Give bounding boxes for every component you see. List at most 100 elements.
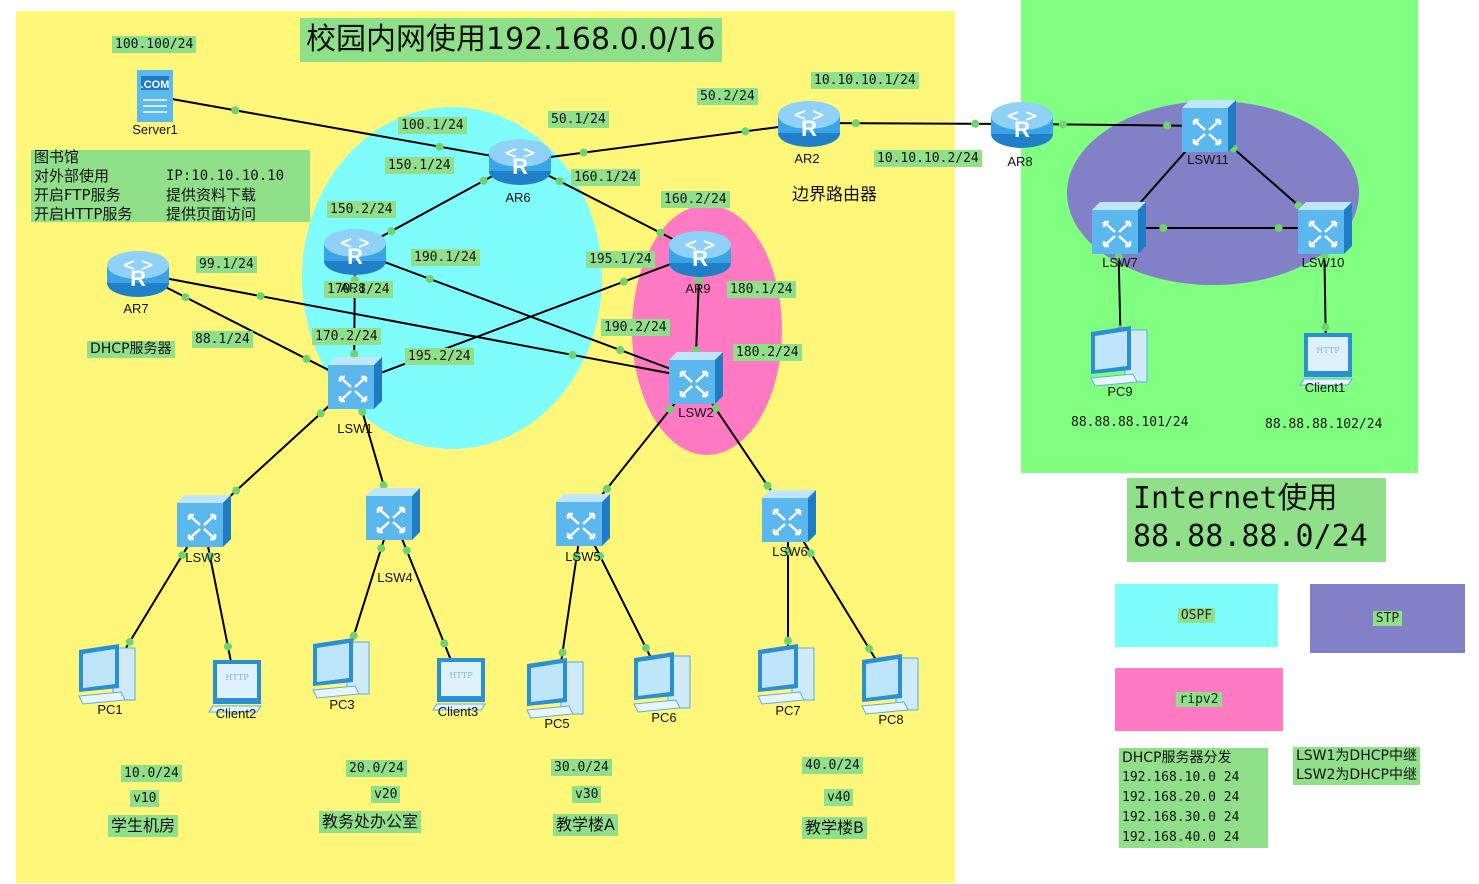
library-line-1: 图书馆 <box>34 148 80 166</box>
port-indicator <box>358 407 367 416</box>
ar9-ip-160-label: 160.2/24 <box>661 191 730 208</box>
internet-subnet-text: 88.88.88.0/24 <box>1133 519 1368 554</box>
server1-server-icon[interactable] <box>136 69 174 123</box>
pc5-pc-icon[interactable] <box>526 657 584 719</box>
internet-title-text: Internet使用 <box>1133 481 1338 516</box>
port-indicator <box>316 409 325 418</box>
lsw1-ip-195-label: 195.2/24 <box>405 348 474 365</box>
vlan40-subnet: 40.0/24 <box>802 757 863 774</box>
dhcp-pool-title: DHCP服务器分发 <box>1122 750 1232 766</box>
lsw10-switch-icon[interactable] <box>1296 200 1354 256</box>
ar2-name: AR2 <box>794 151 820 166</box>
vlan20-id: v20 <box>371 786 401 803</box>
lsw4-switch-icon[interactable] <box>364 486 422 542</box>
library-page: 提供页面访问 <box>166 205 257 223</box>
port-indicator <box>425 274 434 283</box>
ar6-name: AR6 <box>505 190 531 205</box>
client1-ip-label: 88.88.88.102/24 <box>1265 417 1383 432</box>
client3-name: Client3 <box>437 704 479 719</box>
lsw3-name: LSW3 <box>185 550 221 565</box>
client3-http-client-icon[interactable] <box>432 657 486 711</box>
pc8-pc-icon[interactable] <box>861 653 919 715</box>
ar8_campus-name: AR8 <box>340 280 366 295</box>
port-indicator <box>741 127 750 136</box>
vlan10-id: v10 <box>130 790 160 807</box>
pc3-name: PC3 <box>329 697 355 712</box>
ar6-ip-160-label: 160.1/24 <box>571 169 640 186</box>
lsw6-name: LSW6 <box>772 544 808 559</box>
library-line-2: 对外部使用 <box>34 167 110 185</box>
lsw1-switch-icon[interactable] <box>326 355 384 411</box>
pc6-name: PC6 <box>651 710 677 725</box>
legend-ripv2-label: ripv2 <box>1176 692 1222 707</box>
pc6-pc-icon[interactable] <box>633 651 691 713</box>
lsw6-switch-icon[interactable] <box>760 488 818 544</box>
port-indicator <box>435 142 444 151</box>
port-indicator <box>806 549 815 558</box>
port-indicator <box>232 486 241 495</box>
ar9-ip-180-label: 180.1/24 <box>727 281 796 298</box>
lsw5-switch-icon[interactable] <box>554 492 612 548</box>
vlan40-name: 教学楼B <box>802 817 867 839</box>
ar2-router-icon[interactable] <box>777 100 841 148</box>
vlan10-name: 学生机房 <box>108 815 179 837</box>
lsw1-ip-170-label: 170.2/24 <box>312 328 381 345</box>
pc5-name: PC5 <box>544 716 570 731</box>
client2-name: Client2 <box>215 706 257 721</box>
vlan30-name: 教学楼A <box>553 814 618 836</box>
ar8_edge-name: AR8 <box>1007 154 1033 169</box>
ar8_campus-router-icon[interactable] <box>323 228 387 276</box>
client2-http-client-icon[interactable] <box>208 659 262 713</box>
port-indicator <box>302 354 311 363</box>
lsw2-ip-190-label: 190.2/24 <box>601 319 670 336</box>
port-indicator <box>402 546 411 555</box>
library-note: 图书馆 对外部使用 开启FTP服务 开启HTTP服务 IP:10.10.10.1… <box>31 148 310 223</box>
port-indicator <box>641 643 650 652</box>
dhcp-pool-2: 192.168.20.0 24 <box>1122 790 1240 805</box>
ar7-router-icon[interactable] <box>106 250 170 298</box>
dhcp-pool-note: DHCP服务器分发 192.168.10.0 24 192.168.20.0 2… <box>1119 748 1268 848</box>
pc9-pc-icon[interactable] <box>1090 325 1148 387</box>
port-indicator <box>619 277 628 286</box>
library-line-4: 开启HTTP服务 <box>34 205 133 223</box>
port-indicator <box>763 481 772 490</box>
legend-stp: STP <box>1310 584 1465 653</box>
lsw2-name: LSW2 <box>678 405 714 420</box>
port-indicator <box>579 148 588 157</box>
ar7-role: DHCP服务器 <box>87 341 175 358</box>
ar8c-ip-190-label: 190.1/24 <box>411 249 480 266</box>
port-indicator <box>1159 224 1168 232</box>
port-indicator <box>865 644 874 653</box>
port-indicator <box>602 484 611 493</box>
port-indicator <box>181 293 190 302</box>
port-indicator <box>558 648 567 657</box>
port-indicator <box>784 636 792 645</box>
ar8_edge-router-icon[interactable] <box>990 101 1054 149</box>
ar6-router-icon[interactable] <box>488 138 552 186</box>
client1-http-client-icon[interactable] <box>1299 332 1353 386</box>
ar8-ip-10-label: 10.10.10.2/24 <box>874 150 982 167</box>
lsw7-switch-icon[interactable] <box>1090 200 1148 256</box>
legend-ospf: OSPF <box>1115 584 1278 647</box>
lsw5-name: LSW5 <box>565 549 601 564</box>
lsw11-switch-icon[interactable] <box>1180 98 1238 154</box>
dhcp-pool-3: 192.168.30.0 24 <box>1122 810 1240 825</box>
vlan20-subnet: 20.0/24 <box>346 760 407 777</box>
port-indicator <box>656 228 665 237</box>
pc1-pc-icon[interactable] <box>78 643 136 705</box>
port-indicator <box>971 119 980 128</box>
port-indicator <box>440 639 449 648</box>
ar2-role: 边界路由器 <box>792 185 877 205</box>
pc3-pc-icon[interactable] <box>312 637 370 699</box>
vlan10-subnet: 10.0/24 <box>121 765 182 782</box>
pc7-pc-icon[interactable] <box>757 643 815 705</box>
ar9-router-icon[interactable] <box>668 230 732 278</box>
ar9-ip-195-label: 195.1/24 <box>586 251 655 268</box>
port-indicator <box>1163 121 1172 130</box>
dhcp-pool-1: 192.168.10.0 24 <box>1122 770 1240 785</box>
lsw3-switch-icon[interactable] <box>175 493 233 549</box>
lsw2-ip-180-label: 180.2/24 <box>733 344 802 361</box>
port-indicator <box>377 544 386 553</box>
lsw1-name: LSW1 <box>337 421 373 436</box>
lsw2-switch-icon[interactable] <box>667 350 725 406</box>
